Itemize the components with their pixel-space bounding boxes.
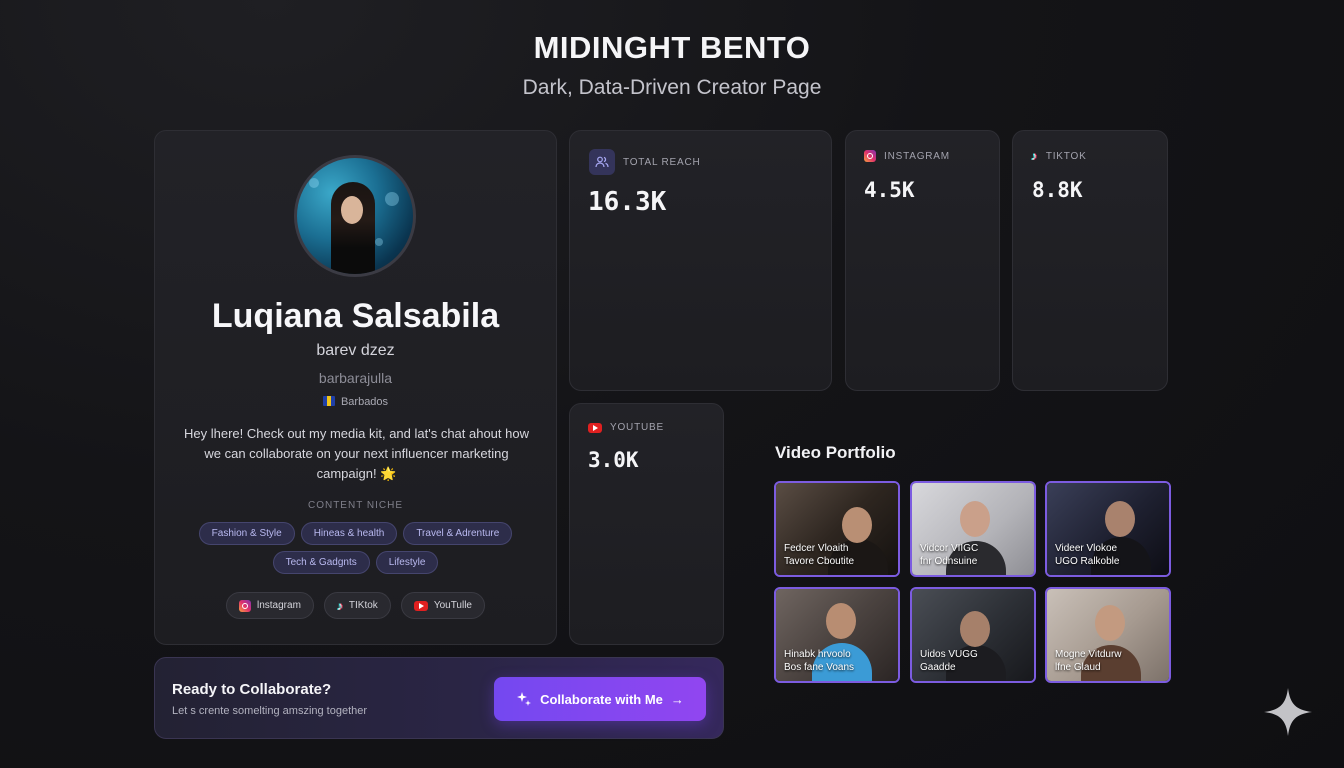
page-title: MIDINGHT BENTO xyxy=(533,30,811,65)
video-thumbnail[interactable]: Hinabk hrvoolo Bos fane Voans xyxy=(774,587,900,683)
youtube-stat-label: YOUTUBE xyxy=(610,422,664,433)
video-caption-line: Uidos VUGG xyxy=(920,649,978,660)
video-thumbnail-face-shape xyxy=(960,501,990,537)
video-grid: Fedcer Vloaith Tavore Cboutite Vidcor VI… xyxy=(774,481,1172,684)
profile-username[interactable]: barbarajulla xyxy=(155,370,556,386)
instagram-stat-value: 4.5K xyxy=(864,178,915,202)
tiktok-stat-header: ♪ TIKTOK xyxy=(1031,150,1087,162)
video-caption-line: Mogne Vitdurw xyxy=(1055,649,1122,660)
profile-card: Luqiana Salsabila barev dzez barbarajull… xyxy=(154,130,557,645)
arrow-right-icon: → xyxy=(670,691,684,707)
location-label: Barbados xyxy=(340,396,389,408)
youtube-link[interactable]: YouTulle xyxy=(400,592,485,619)
profile-handle: barev dzez xyxy=(316,342,395,359)
youtube-stat-header: YOUTUBE xyxy=(588,422,664,433)
tiktok-icon: ♪ xyxy=(336,598,343,613)
total-reach-value: 16.3K xyxy=(588,187,667,217)
youtube-icon xyxy=(588,422,602,433)
youtube-stat-card: YOUTUBE 3.0K xyxy=(569,403,724,645)
niche-chip[interactable]: Fashion & Style xyxy=(198,522,295,545)
video-caption: Fedcer Vloaith Tavore Cboutite xyxy=(784,542,854,568)
video-thumbnail[interactable]: Videer Vlokoe UGO Ralkoble xyxy=(1045,481,1171,577)
video-caption-line: Tavore Cboutite xyxy=(784,556,855,567)
video-caption-line: fnr Odnsuine xyxy=(920,556,978,567)
video-thumbnail[interactable]: Vidcor VIIGC fnr Odnsuine xyxy=(910,481,1036,577)
video-caption-line: Hinabk hrvoolo xyxy=(784,649,851,660)
instagram-stat-card: INSTAGRAM 4.5K xyxy=(845,130,1000,391)
total-reach-header: TOTAL REACH xyxy=(589,149,701,175)
tiktok-link-label: TIKtok xyxy=(348,600,378,611)
video-caption-line: Fedcer Vloaith xyxy=(784,543,849,554)
users-icon xyxy=(589,149,615,175)
collaborate-button[interactable]: Collaborate with Me → xyxy=(494,677,706,721)
video-thumbnail-face-shape xyxy=(960,611,990,647)
video-thumbnail[interactable]: Mogne Vitdurw lfne Glaud xyxy=(1045,587,1171,683)
video-caption-line: Gaadde xyxy=(920,662,956,673)
profile-location: Barbados xyxy=(155,396,556,408)
niche-chips-row: Tech & Gadgnts Lifestyle xyxy=(155,551,556,574)
sparkles-icon xyxy=(517,692,532,706)
video-caption-line: UGO Ralkoble xyxy=(1055,556,1120,567)
avatar-bubble-shape xyxy=(385,192,399,206)
niche-title: CONTENT NICHE xyxy=(307,500,404,511)
instagram-icon xyxy=(864,150,876,162)
collaborate-cta: Ready to Collaborate? Let s crente somel… xyxy=(154,657,724,739)
instagram-link-label: lnstagram xyxy=(257,600,301,611)
sparkle-icon xyxy=(1264,688,1312,736)
video-thumbnail-face-shape xyxy=(842,507,872,543)
niche-chip[interactable]: Tech & Gadgnts xyxy=(272,551,370,574)
instagram-icon xyxy=(239,599,251,612)
avatar[interactable] xyxy=(294,155,416,277)
video-caption: Videer Vlokoe UGO Ralkoble xyxy=(1055,542,1119,568)
collaborate-button-label: Collaborate with Me xyxy=(540,691,663,707)
cta-title: Ready to Collaborate? xyxy=(172,681,332,698)
tiktok-stat-card: ♪ TIKTOK 8.8K xyxy=(1012,130,1168,391)
social-links: lnstagram ♪ TIKtok YouTulle xyxy=(155,592,556,619)
avatar-bubble-shape xyxy=(375,238,383,246)
cta-subtitle: Let s crente somelting amszing together xyxy=(172,705,368,717)
niche-chips-row: Fashion & Style Hineas & health Travel &… xyxy=(155,522,556,545)
flag-icon xyxy=(322,396,335,406)
profile-bio: Hey lhere! Check out my media kit, and l… xyxy=(184,426,529,481)
total-reach-label: TOTAL REACH xyxy=(623,156,701,168)
niche-chip[interactable]: Lifestyle xyxy=(375,551,439,574)
tiktok-stat-label: TIKTOK xyxy=(1045,150,1087,162)
video-caption-line: Videer Vlokoe xyxy=(1055,543,1118,554)
page-subtitle: Dark, Data-Driven Creator Page xyxy=(522,76,822,99)
youtube-stat-value: 3.0K xyxy=(588,448,639,472)
profile-name: Luqiana Salsabila xyxy=(211,297,500,335)
avatar-face-shape xyxy=(341,196,363,224)
niche-chip[interactable]: Travel & Adrenture xyxy=(403,522,513,545)
video-thumbnail[interactable]: Uidos VUGG Gaadde xyxy=(910,587,1036,683)
video-thumbnail[interactable]: Fedcer Vloaith Tavore Cboutite xyxy=(774,481,900,577)
video-thumbnail-face-shape xyxy=(1095,605,1125,641)
tiktok-icon: ♪ xyxy=(1031,149,1038,163)
video-caption-line: Vidcor VIIGC xyxy=(920,543,979,554)
avatar-bubble-shape xyxy=(309,178,319,188)
instagram-stat-label: INSTAGRAM xyxy=(884,150,950,162)
video-caption: Vidcor VIIGC fnr Odnsuine xyxy=(920,542,978,568)
page-header: MIDINGHT BENTO Dark, Data-Driven Creator… xyxy=(0,30,1344,100)
youtube-link-label: YouTulle xyxy=(433,600,472,611)
youtube-icon xyxy=(413,600,428,611)
total-reach-card: TOTAL REACH 16.3K xyxy=(569,130,832,391)
instagram-link[interactable]: lnstagram xyxy=(226,592,314,619)
video-caption: Hinabk hrvoolo Bos fane Voans xyxy=(784,648,854,674)
video-caption-line: lfne Glaud xyxy=(1055,662,1101,673)
video-caption: Uidos VUGG Gaadde xyxy=(920,648,978,674)
video-caption-line: Bos fane Voans xyxy=(784,662,855,673)
tiktok-link[interactable]: ♪ TIKtok xyxy=(323,592,391,619)
tiktok-stat-value: 8.8K xyxy=(1032,178,1083,202)
video-caption: Mogne Vitdurw lfne Glaud xyxy=(1055,648,1122,674)
instagram-stat-header: INSTAGRAM xyxy=(864,150,950,162)
video-portfolio-title: Video Portfolio xyxy=(775,443,896,462)
video-thumbnail-face-shape xyxy=(1105,501,1135,537)
niche-chip[interactable]: Hineas & health xyxy=(300,522,398,545)
video-thumbnail-face-shape xyxy=(826,603,856,639)
